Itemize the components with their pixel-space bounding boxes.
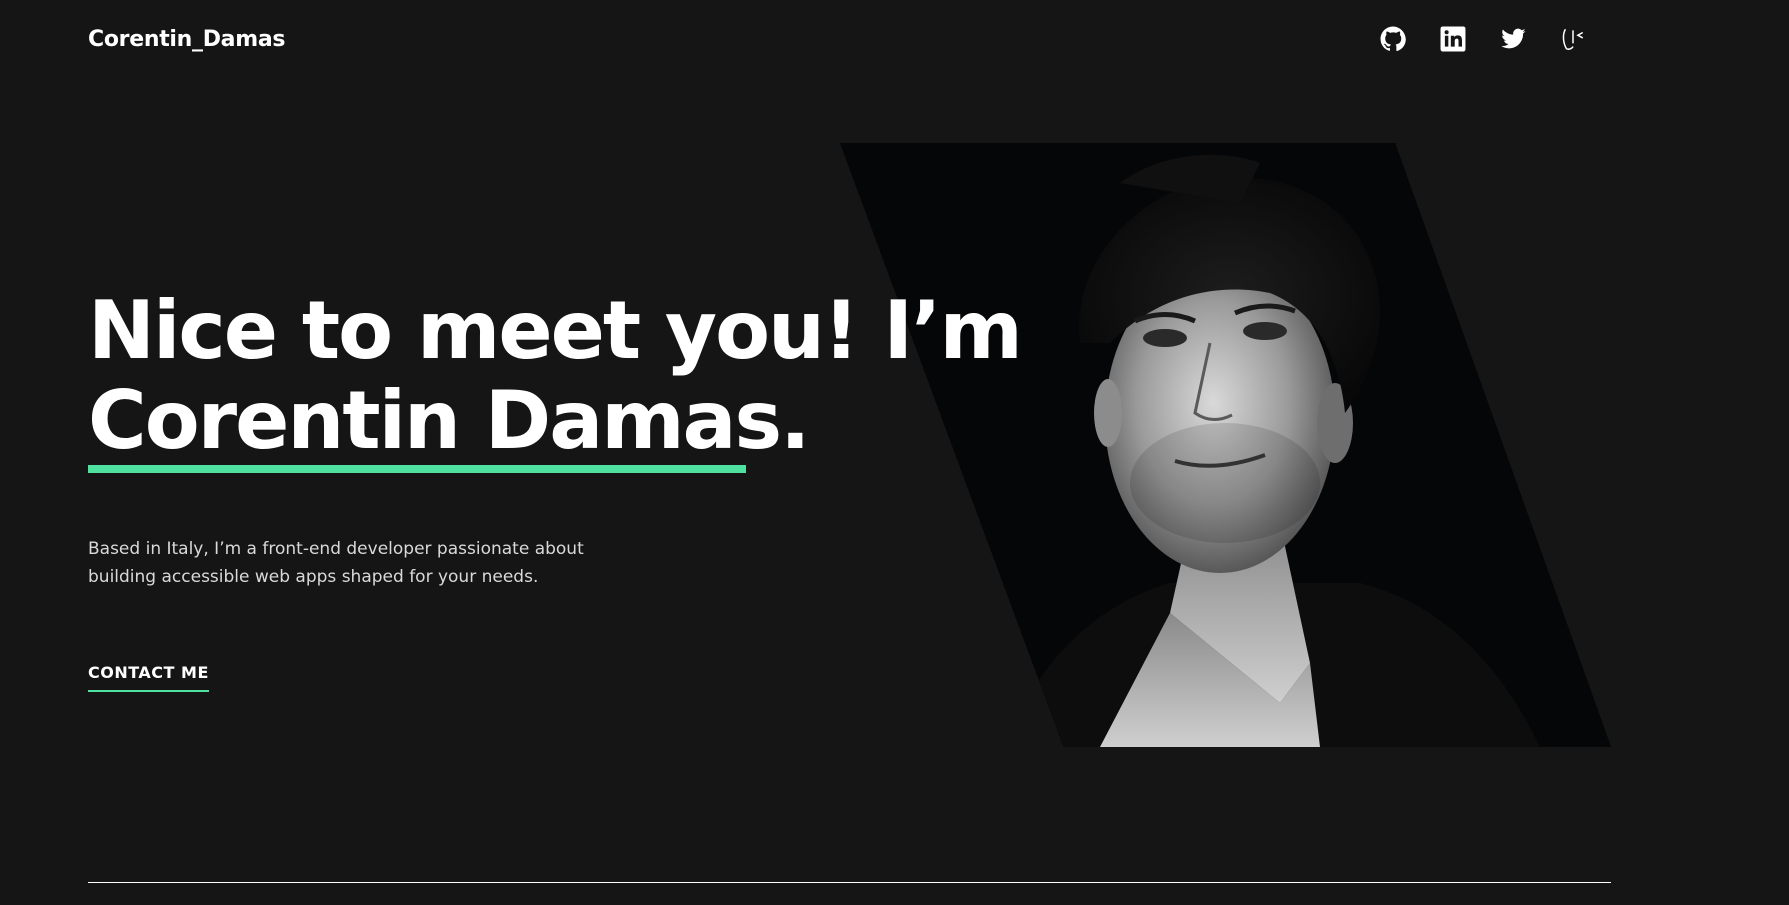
github-icon [1380,26,1406,52]
hero-bio: Based in Italy, I’m a front-end develope… [88,539,584,587]
headline-line-2: Corentin Damas. [88,374,811,467]
section-divider [88,882,1611,883]
social-links [1380,26,1620,52]
brand-logo-icon [1562,28,1584,50]
headline-line-1: Nice to meet you! I’m [88,284,1023,377]
github-link[interactable] [1380,26,1406,52]
hero-headline: Nice to meet you! I’m Corentin Damas. [88,284,1023,467]
linkedin-link[interactable] [1440,26,1466,52]
twitter-link[interactable] [1500,26,1526,52]
linkedin-icon [1440,26,1466,52]
site-logo[interactable]: Corentin_Damas [88,27,285,52]
contact-me-link[interactable]: CONTACT ME [88,663,209,692]
custom-brand-link[interactable] [1560,26,1586,52]
portfolio-page: Corentin_Damas Nice to meet you! I’m Cor… [0,0,1789,905]
name-underline-accent [88,465,746,473]
twitter-icon [1501,28,1526,49]
